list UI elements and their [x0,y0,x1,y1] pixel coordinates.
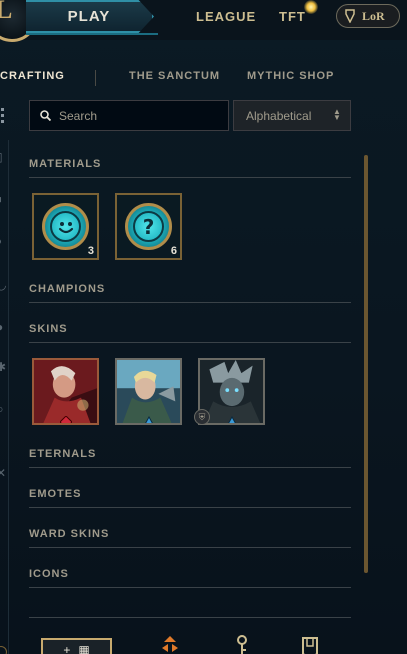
bottom-divider [29,617,351,618]
filter-misc-icon[interactable]: ✕ [0,466,8,480]
nav-tft[interactable]: TFT [279,9,306,24]
section-label: CHAMPIONS [29,283,106,295]
section-label: WARD SKINS [29,528,110,540]
blue-gem-icon [227,416,236,423]
filter-ward-icon[interactable]: ✱ [0,360,8,374]
filter-champion-icon[interactable]: ◖ [0,192,8,206]
tab-the-sanctum[interactable]: THE SANCTUM [129,70,220,82]
section-emotes[interactable]: EMOTES [29,488,351,508]
play-button-label: PLAY [67,8,111,25]
search-box[interactable] [29,100,229,131]
chest-outline-icon[interactable] [300,634,320,654]
scrollbar-thumb[interactable] [364,155,368,573]
blue-gem-icon [144,416,153,423]
logo-letter: L [0,0,13,24]
top-bar: L PLAY LEAGUE TFT LoR [0,0,407,42]
loot-tabs: CRAFTING THE SANCTUM MYTHIC SHOP [0,70,407,86]
question-mark-icon: ? [142,214,155,239]
red-skin-shard-art [34,360,97,423]
lor-button[interactable]: LoR [336,4,400,28]
more-menu-icon[interactable] [1,108,5,126]
section-eternals[interactable]: ETERNALS [29,448,351,468]
red-gem-icon [59,416,72,423]
sort-selected-label: Alphabetical [246,108,312,123]
section-label: ICONS [29,568,69,580]
crafting-shards-icon[interactable] [160,634,180,654]
sort-dropdown[interactable]: Alphabetical ▲ ▼ [233,100,351,131]
corner-ring-icon [0,646,7,654]
section-champions[interactable]: CHAMPIONS [29,283,351,303]
nav-league[interactable]: LEAGUE [196,9,256,24]
chevron-updown-icon: ▲ ▼ [333,107,341,122]
crafting-action-button[interactable]: + ▦ [41,638,112,654]
skin-shard-tile[interactable] [32,358,99,425]
notification-glow-icon [304,0,318,14]
tab-mythic-shop[interactable]: MYTHIC SHOP [247,70,334,82]
section-label: SKINS [29,323,68,335]
section-materials[interactable]: MATERIALS [29,158,351,178]
item-count: 3 [87,245,94,257]
filter-eternal-icon[interactable]: ◡ [0,278,8,292]
skin-shard-tile[interactable] [115,358,182,425]
section-ward-skins[interactable]: WARD SKINS [29,528,351,548]
filter-emote-icon[interactable]: ● [0,320,8,334]
section-icons[interactable]: ICONS [29,568,351,588]
mystery-orb-icon: ? [125,203,172,250]
lor-logo-icon [343,8,357,24]
filter-icon-icon[interactable]: ○ [0,402,8,416]
search-icon [40,110,51,121]
variant-badge-icon: ⛨ [194,409,210,425]
section-label: EMOTES [29,488,82,500]
filter-all-icon[interactable]: ▯ [0,150,8,164]
section-skins[interactable]: SKINS [29,323,351,343]
section-label: ETERNALS [29,448,97,460]
loot-item[interactable]: ? 6 [115,193,182,260]
lor-label: LoR [362,8,385,23]
section-label: MATERIALS [29,158,102,170]
chest-icon: ▦ [78,643,90,654]
search-input[interactable] [59,108,209,123]
key-icon[interactable] [232,634,252,654]
plus-icon: + [63,643,71,654]
tab-divider [95,70,96,86]
play-button[interactable]: PLAY [26,0,154,33]
tab-crafting[interactable]: CRAFTING [0,70,65,82]
blue-skin-shard-art [117,360,180,423]
item-count: 6 [170,245,177,257]
loot-item[interactable]: 3 [32,193,99,260]
smiley-emote-orb-icon [42,203,89,250]
left-rail-divider [8,140,9,654]
filter-skin-icon[interactable]: ◗ [0,234,8,248]
